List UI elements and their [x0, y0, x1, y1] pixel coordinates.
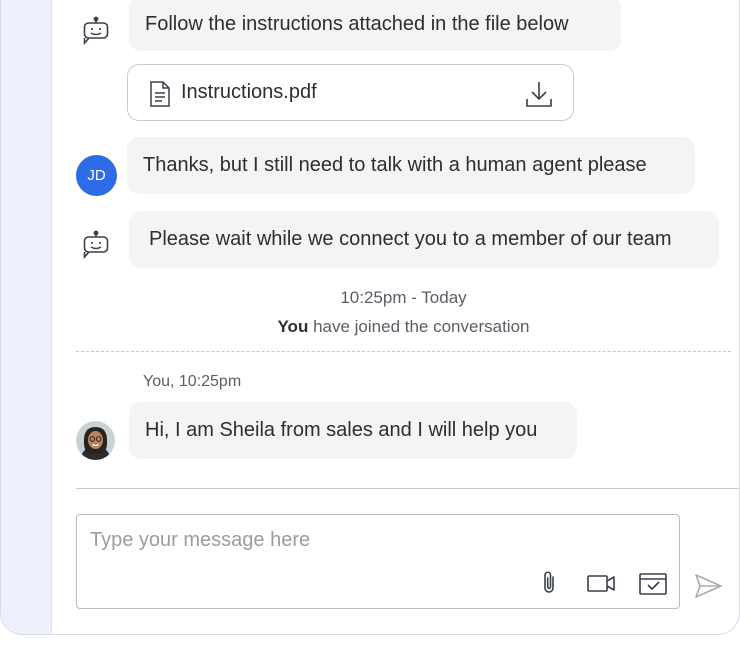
bot-icon	[81, 16, 111, 46]
user-message-text: Thanks, but I still need to talk with a …	[143, 154, 647, 176]
divider	[76, 351, 731, 352]
composer-separator	[76, 488, 739, 489]
bot-message-text: Follow the instructions attached in the …	[145, 12, 569, 35]
agent-message-bubble: Hi, I am Sheila from sales and I will he…	[129, 402, 577, 459]
document-icon	[148, 80, 172, 108]
notice-timestamp: 10:25pm - Today	[340, 288, 467, 307]
agent-avatar	[76, 421, 115, 460]
left-rail	[1, 0, 52, 634]
join-notice-text: have joined the conversation	[308, 317, 530, 336]
bot-message-bubble: Please wait while we connect you to a me…	[129, 211, 719, 268]
chat-window: Follow the instructions attached in the …	[0, 0, 740, 635]
download-icon[interactable]	[524, 79, 554, 109]
attachment-file-name: Instructions.pdf	[181, 81, 317, 103]
video-call-icon[interactable]	[586, 568, 616, 598]
avatar-initials: JD	[87, 167, 106, 184]
message-meta: You, 10:25pm	[143, 373, 242, 390]
attachment-card[interactable]: Instructions.pdf	[127, 64, 574, 121]
calendar-icon[interactable]	[638, 568, 668, 598]
join-notice: You have joined the conversation	[76, 317, 731, 337]
attach-icon[interactable]	[534, 568, 564, 598]
send-icon[interactable]	[693, 571, 723, 601]
agent-message-text: Hi, I am Sheila from sales and I will he…	[145, 419, 538, 441]
bot-message-text: Please wait while we connect you to a me…	[149, 228, 672, 250]
join-notice-subject: You	[277, 317, 309, 336]
avatar: JD	[76, 155, 117, 196]
bot-message-bubble: Follow the instructions attached in the …	[129, 0, 621, 51]
user-message-bubble: Thanks, but I still need to talk with a …	[127, 137, 695, 194]
bot-icon	[81, 230, 111, 260]
message-input-placeholder: Type your message here	[90, 529, 311, 551]
message-input[interactable]: Type your message here	[76, 514, 680, 609]
